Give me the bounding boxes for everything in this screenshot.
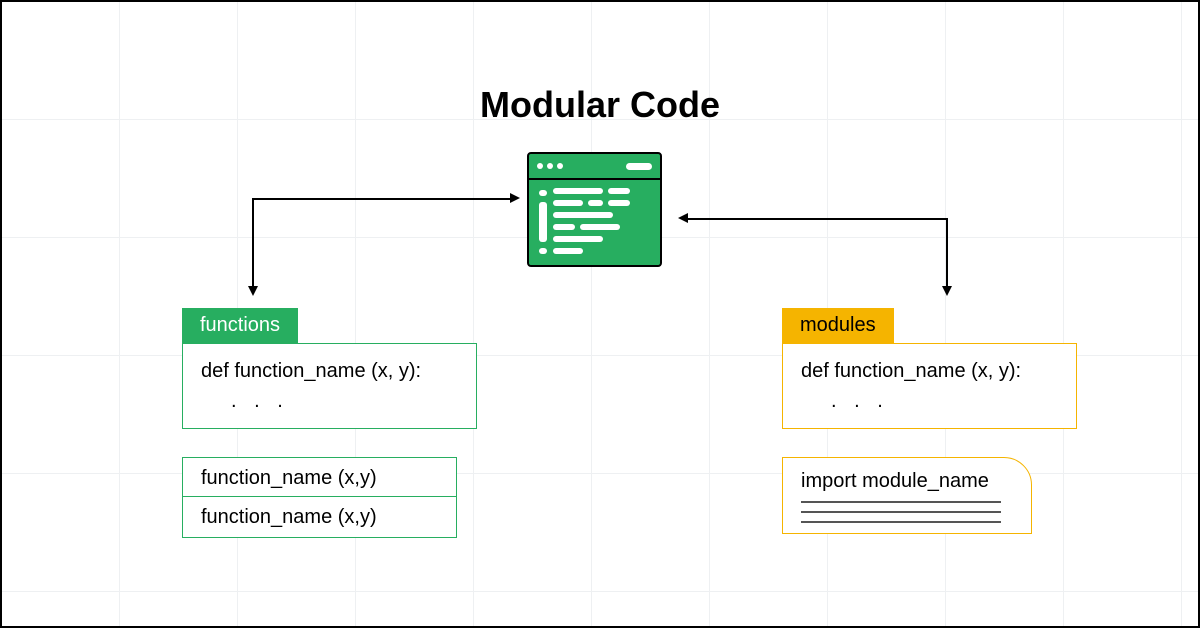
diagram-canvas: Modular Code <box>0 0 1200 628</box>
code-line: . . . <box>801 386 1058 416</box>
modules-import-card: import module_name <box>782 457 1032 534</box>
arrow-segment <box>946 218 948 288</box>
functions-tab: functions <box>182 308 298 343</box>
code-line-icon <box>608 200 630 206</box>
modules-def-box: def function_name (x, y): . . . <box>782 343 1077 429</box>
code-line-icon <box>580 224 620 230</box>
arrow-head-icon <box>942 286 952 296</box>
terminal-titlebar <box>529 154 660 180</box>
code-gutter-icon <box>539 248 547 254</box>
window-pill-icon <box>626 163 652 170</box>
code-line: def function_name (x, y): <box>801 356 1058 386</box>
code-line-icon <box>553 212 613 218</box>
code-line-icon <box>588 200 603 206</box>
arrow-segment <box>688 218 948 220</box>
arrow-segment <box>252 198 512 200</box>
terminal-icon <box>527 152 662 267</box>
code-line-icon <box>553 200 583 206</box>
window-dot-icon <box>557 163 563 169</box>
code-line-icon <box>608 188 630 194</box>
functions-call-box-2: function_name (x,y) <box>182 496 457 538</box>
terminal-body <box>529 180 660 262</box>
code-line: . . . <box>201 386 458 416</box>
code-line: def function_name (x, y): <box>201 356 458 386</box>
underline-icon <box>801 511 1001 513</box>
underline-icon <box>801 501 1001 503</box>
window-dot-icon <box>537 163 543 169</box>
code-line-icon <box>553 248 583 254</box>
functions-call-box-1: function_name (x,y) <box>182 457 457 499</box>
diagram-title: Modular Code <box>2 84 1198 126</box>
code-line-icon <box>553 224 575 230</box>
code-line-icon <box>553 236 603 242</box>
arrow-head-icon <box>510 193 520 203</box>
code-line: function_name (x,y) <box>201 506 377 528</box>
arrow-head-icon <box>248 286 258 296</box>
underline-icon <box>801 521 1001 523</box>
functions-def-box: def function_name (x, y): . . . <box>182 343 477 429</box>
code-line: function_name (x,y) <box>201 467 377 489</box>
modules-tab: modules <box>782 308 894 343</box>
code-line: import module_name <box>801 470 1013 493</box>
window-dot-icon <box>547 163 553 169</box>
code-gutter-icon <box>539 190 547 196</box>
code-gutter-icon <box>539 202 547 242</box>
arrow-head-icon <box>678 213 688 223</box>
code-line-icon <box>553 188 603 194</box>
arrow-segment <box>252 198 254 288</box>
